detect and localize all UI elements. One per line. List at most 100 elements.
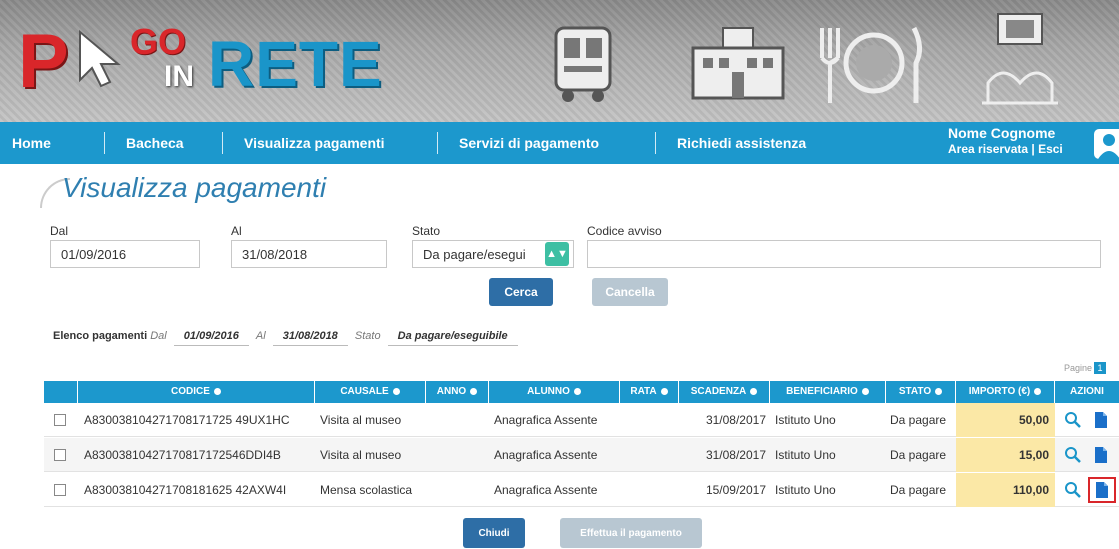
cell-alunno: Anagrafica Assente xyxy=(494,448,598,462)
header-azioni: AZIONI xyxy=(1070,386,1104,397)
cell-stato: Da pagare xyxy=(890,448,947,462)
summary-dal-value: 01/09/2016 xyxy=(173,330,249,346)
nav-richiedi-assistenza[interactable]: Richiedi assistenza xyxy=(677,135,806,151)
header-beneficiario[interactable]: BENEFICIARIO xyxy=(770,381,886,403)
cell-scadenza: 15/09/2017 xyxy=(705,483,766,497)
cell-beneficiario: Istituto Uno xyxy=(775,413,836,427)
header-importo[interactable]: IMPORTO (€) xyxy=(956,381,1055,403)
user-name: Nome Cognome xyxy=(948,125,1056,141)
document-highlight[interactable] xyxy=(1088,477,1116,503)
table-row: A83003810427170817172546DDI4B Visita al … xyxy=(44,438,1119,472)
cell-alunno: Anagrafica Assente xyxy=(494,483,598,497)
pager-label: Pagine xyxy=(1064,363,1093,373)
sort-icon xyxy=(861,387,869,395)
cell-anno xyxy=(431,438,487,472)
pager: Pagine 1 xyxy=(1064,362,1107,374)
pager-page-1[interactable]: 1 xyxy=(1094,362,1107,374)
search-icon[interactable] xyxy=(1064,481,1082,499)
summary-al-key: Al xyxy=(255,330,266,342)
nav-servizi-di-pagamento[interactable]: Servizi di pagamento xyxy=(459,135,599,151)
stato-label: Stato xyxy=(412,224,441,238)
cell-scadenza: 31/08/2017 xyxy=(705,413,766,427)
cell-causale: Mensa scolastica xyxy=(320,483,413,497)
table-header: CODICE CAUSALE ANNO ALUNNO RATA SCADENZA… xyxy=(44,381,1119,403)
chiudi-button[interactable]: Chiudi xyxy=(463,518,525,548)
nav-separator xyxy=(655,132,656,154)
al-label: Al xyxy=(231,224,242,238)
header-anno[interactable]: ANNO xyxy=(426,381,489,403)
nav-separator xyxy=(222,132,223,154)
cell-stato: Da pagare xyxy=(890,413,947,427)
nav-home[interactable]: Home xyxy=(12,135,51,151)
summary-label: Elenco pagamenti xyxy=(53,330,148,342)
cell-beneficiario: Istituto Uno xyxy=(775,483,836,497)
search-icon[interactable] xyxy=(1064,411,1082,429)
al-input[interactable]: 31/08/2018 xyxy=(231,240,387,268)
summary-bar: Elenco pagamenti Dal 01/09/2016 Al 31/08… xyxy=(53,330,522,346)
header-codice[interactable]: CODICE xyxy=(78,381,315,403)
document-icon[interactable] xyxy=(1092,411,1110,429)
summary-stato-key: Stato xyxy=(354,330,381,342)
header-stato[interactable]: STATO xyxy=(886,381,956,403)
cell-codice: A830038104271708181625 42AXW4I xyxy=(84,483,287,497)
user-avatar-icon[interactable] xyxy=(1094,129,1119,159)
nav-visualizza-pagamenti[interactable]: Visualizza pagamenti xyxy=(244,135,385,151)
cafeteria-plate-icon xyxy=(820,26,922,103)
header-scadenza[interactable]: SCADENZA xyxy=(679,381,770,403)
header-causale[interactable]: CAUSALE xyxy=(315,381,426,403)
select-arrows-icon[interactable]: ▲▼ xyxy=(545,242,569,266)
header-select xyxy=(44,381,78,403)
sort-icon xyxy=(470,387,478,395)
user-links[interactable]: Area riservata | Esci xyxy=(948,142,1063,156)
row-checkbox[interactable] xyxy=(54,414,66,426)
cell-anno xyxy=(431,403,487,437)
sort-icon xyxy=(392,387,400,395)
cell-stato: Da pagare xyxy=(890,483,947,497)
row-checkbox[interactable] xyxy=(54,449,66,461)
codice-avviso-input[interactable] xyxy=(587,240,1101,268)
cell-rata xyxy=(624,438,677,472)
summary-al-value: 31/08/2018 xyxy=(272,330,348,346)
logo-in: IN xyxy=(164,60,194,93)
sort-icon xyxy=(573,387,581,395)
cursor-arrow-icon xyxy=(79,29,121,88)
table-row: A830038104271708181625 42AXW4I Mensa sco… xyxy=(44,473,1119,507)
effettua-pagamento-button[interactable]: Effettua il pagamento xyxy=(560,518,702,548)
sort-icon xyxy=(935,387,943,395)
header-alunno[interactable]: ALUNNO xyxy=(489,381,620,403)
cell-anno xyxy=(431,473,487,507)
cell-importo: 110,00 xyxy=(956,473,1055,507)
header-rata[interactable]: RATA xyxy=(620,381,679,403)
sort-icon xyxy=(1034,387,1042,395)
cell-scadenza: 31/08/2017 xyxy=(705,448,766,462)
school-building-icon xyxy=(691,27,785,100)
museum-frame-icon xyxy=(982,13,1058,105)
cerca-button[interactable]: Cerca xyxy=(489,278,553,306)
table-row: A830038104271708171725 49UX1HC Visita al… xyxy=(44,403,1119,437)
codice-avviso-label: Codice avviso xyxy=(587,224,662,238)
document-icon[interactable] xyxy=(1092,446,1110,464)
nav-bacheca[interactable]: Bacheca xyxy=(126,135,184,151)
header-banner: P GO IN RETE xyxy=(0,0,1119,122)
row-checkbox[interactable] xyxy=(54,484,66,496)
sort-icon xyxy=(213,387,221,395)
cell-codice: A83003810427170817172546DDI4B xyxy=(84,448,281,462)
pago-in-rete-logo[interactable]: P GO IN RETE xyxy=(18,18,382,104)
cell-beneficiario: Istituto Uno xyxy=(775,448,836,462)
logo-letter-p: P xyxy=(18,19,69,104)
search-icon[interactable] xyxy=(1064,446,1082,464)
cell-importo: 15,00 xyxy=(956,438,1055,472)
summary-stato-value: Da pagare/eseguibile xyxy=(387,330,518,346)
main-nav: Home Bacheca Visualizza pagamenti Serviz… xyxy=(0,122,1119,164)
user-box: Nome Cognome Area riservata | Esci xyxy=(948,125,1063,156)
cell-importo: 50,00 xyxy=(956,403,1055,437)
document-icon[interactable] xyxy=(1093,481,1111,499)
dal-label: Dal xyxy=(50,224,69,238)
dal-input[interactable]: 01/09/2016 xyxy=(50,240,200,268)
sort-icon xyxy=(660,387,668,395)
school-bus-icon xyxy=(554,26,612,102)
cancella-button[interactable]: Cancella xyxy=(592,278,668,306)
nav-separator xyxy=(437,132,438,154)
logo-go: GO xyxy=(130,21,187,62)
cell-rata xyxy=(624,403,677,437)
